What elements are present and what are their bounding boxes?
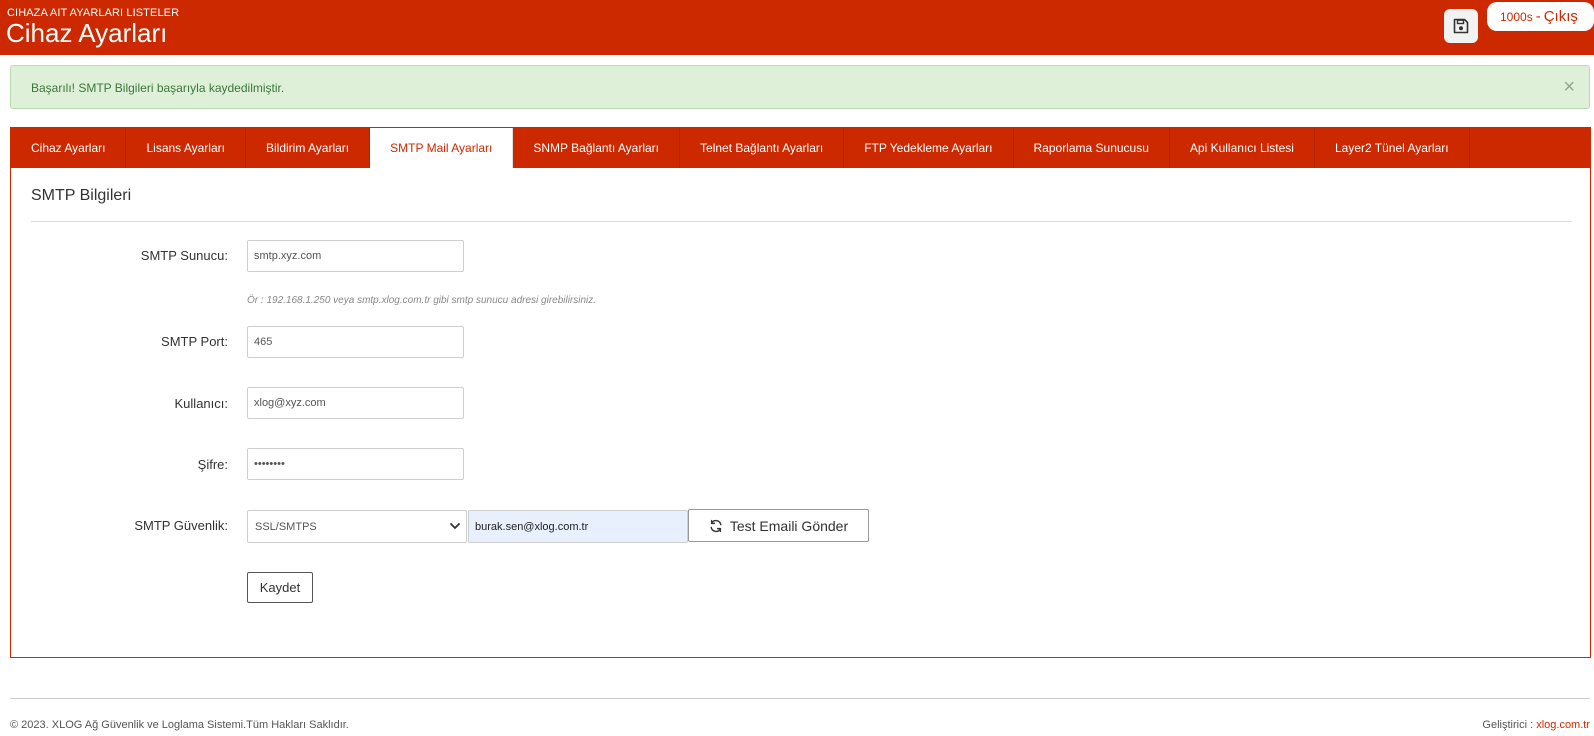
smtp-server-input[interactable] [247, 240, 464, 272]
smtp-password-label: Şifre: [197, 457, 228, 472]
chevron-down-icon [450, 523, 460, 529]
tab-api-kullanici-listesi[interactable]: Api Kullanıcı Listesi [1170, 128, 1315, 168]
smtp-security-value: SSL/SMTPS [255, 521, 317, 533]
settings-tabs: Cihaz Ayarları Lisans Ayarları Bildirim … [11, 128, 1590, 168]
tab-raporlama-sunucusu[interactable]: Raporlama Sunucusu [1014, 128, 1170, 168]
floppy-disk-icon [1453, 18, 1469, 34]
smtp-user-input[interactable] [247, 387, 464, 419]
page-title: Cihaz Ayarları [6, 18, 168, 48]
section-divider [31, 221, 1572, 222]
save-settings-button[interactable] [1444, 9, 1478, 43]
footer-divider [10, 698, 1590, 699]
user-menu: 1000s - Çıkış [1487, 2, 1594, 31]
alert-close-icon[interactable]: × [1563, 77, 1575, 97]
send-test-email-label: Test Emaili Gönder [729, 517, 849, 534]
smtp-password-input[interactable] [247, 448, 464, 480]
logout-link[interactable]: Çıkış [1544, 8, 1578, 25]
tab-cihaz-ayarlari[interactable]: Cihaz Ayarları [11, 128, 127, 168]
test-email-input[interactable] [468, 510, 688, 543]
developer-link[interactable]: xlog.com.tr [1536, 719, 1590, 731]
section-title: SMTP Bilgileri [31, 187, 132, 204]
tab-telnet-baglanti-ayarlari[interactable]: Telnet Bağlantı Ayarları [680, 128, 845, 168]
smtp-server-label: SMTP Sunucu: [140, 248, 228, 263]
username-label: 1000s [1500, 9, 1533, 24]
developer-label: Geliştirici : [1482, 719, 1534, 731]
smtp-port-input[interactable] [247, 326, 464, 358]
smtp-user-label: Kullanıcı: [174, 396, 228, 411]
footer-copyright: © 2023. XLOG Ağ Güvenlik ve Loglama Sist… [10, 719, 349, 731]
top-header: CIHAZA AIT AYARLARI LISTELER Cihaz Ayarl… [0, 0, 1594, 55]
tab-bildirim-ayarlari[interactable]: Bildirim Ayarları [246, 128, 371, 168]
tab-lisans-ayarlari[interactable]: Lisans Ayarları [126, 128, 246, 168]
tab-ftp-yedekleme-ayarlari[interactable]: FTP Yedekleme Ayarları [844, 128, 1014, 168]
smtp-server-hint: Ör : 192.168.1.250 veya smtp.xlog.com.tr… [247, 295, 597, 306]
tab-layer2-tunel-ayarlari[interactable]: Layer2 Tünel Ayarları [1315, 128, 1470, 168]
footer-developer: Geliştirici : xlog.com.tr [1482, 719, 1590, 731]
save-button[interactable]: Kaydet [247, 572, 313, 603]
smtp-security-select[interactable]: SSL/SMTPS [247, 510, 467, 543]
smtp-port-label: SMTP Port: [161, 334, 228, 349]
smtp-security-label: SMTP Güvenlik: [134, 518, 228, 533]
user-separator: - [1535, 8, 1541, 25]
alert-message: Başarılı! SMTP Bilgileri başarıyla kayde… [31, 81, 285, 95]
settings-panel: Cihaz Ayarları Lisans Ayarları Bildirim … [10, 127, 1591, 658]
tab-snmp-baglanti-ayarlari[interactable]: SNMP Bağlantı Ayarları [513, 128, 681, 168]
success-alert: Başarılı! SMTP Bilgileri başarıyla kayde… [10, 65, 1590, 109]
refresh-icon [710, 519, 722, 532]
send-test-email-button[interactable]: Test Emaili Gönder [688, 509, 869, 542]
tab-smtp-mail-ayarlari[interactable]: SMTP Mail Ayarları [370, 128, 514, 168]
